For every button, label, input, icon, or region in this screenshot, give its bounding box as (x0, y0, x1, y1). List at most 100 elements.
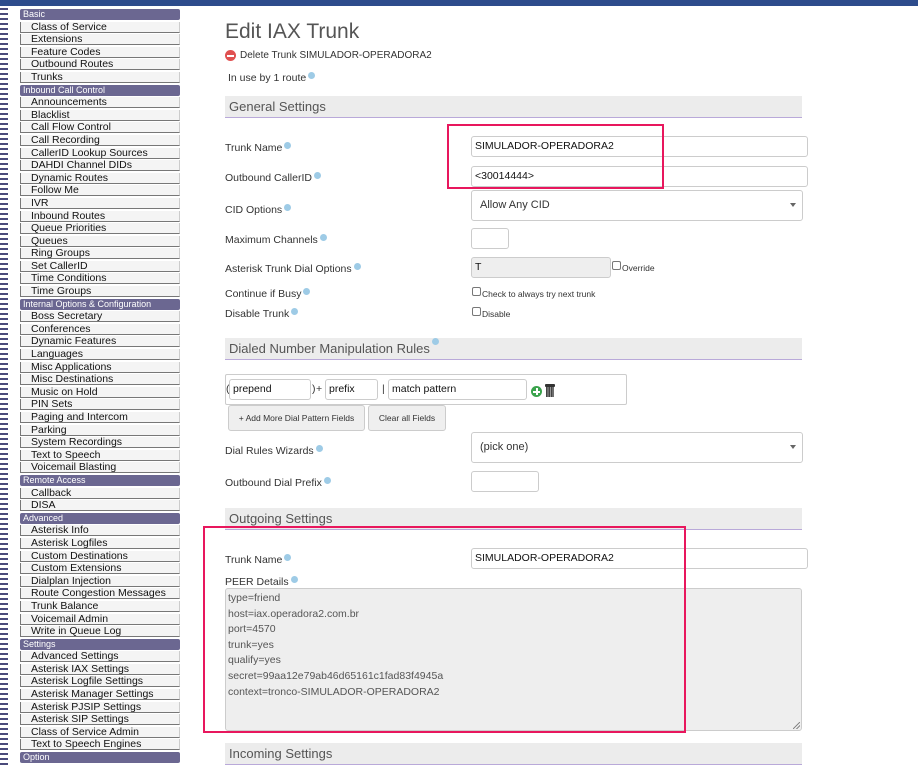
sidebar-item[interactable]: Route Congestion Messages (20, 588, 180, 600)
help-icon[interactable] (284, 204, 292, 211)
sidebar-item[interactable]: Ring Groups (20, 248, 180, 260)
sidebar-item[interactable]: Text to Speech (20, 449, 180, 461)
sidebar-item[interactable]: Conferences (20, 323, 180, 335)
cid-options-select[interactable]: Allow Any CID (471, 190, 803, 221)
prepend-input[interactable]: prepend (229, 379, 311, 400)
sidebar-item[interactable]: IVR (20, 197, 180, 209)
sidebar-item[interactable]: Asterisk Manager Settings (20, 689, 180, 701)
main-content: Edit IAX Trunk Delete Trunk SIMULADOR-OP… (203, 0, 918, 765)
sidebar-item[interactable]: Advanced Settings (20, 651, 180, 663)
sidebar-item[interactable]: Voicemail Blasting (20, 462, 180, 474)
sidebar-item[interactable]: Text to Speech Engines (20, 739, 180, 751)
sidebar-item[interactable]: PIN Sets (20, 399, 180, 411)
menu-section-header: Settings (20, 638, 180, 650)
sidebar-item[interactable]: System Recordings (20, 437, 180, 449)
sidebar-item[interactable]: Paging and Intercom (20, 412, 180, 423)
sidebar-item[interactable]: Trunk Balance (20, 600, 180, 612)
chevron-down-icon (790, 445, 796, 449)
sidebar-item[interactable]: Misc Destinations (20, 374, 180, 386)
help-icon[interactable] (291, 308, 299, 315)
in-use-label: In use by 1 route (228, 72, 307, 84)
help-icon[interactable] (323, 477, 331, 484)
sidebar-item[interactable]: Asterisk Info (20, 525, 180, 537)
override-checkbox[interactable] (612, 261, 621, 270)
sidebar-item[interactable]: Asterisk SIP Settings (20, 714, 180, 726)
sidebar-item[interactable]: Asterisk Logfiles (20, 537, 180, 549)
page-title: Edit IAX Trunk (225, 20, 360, 43)
override-label: Override (622, 263, 655, 273)
delete-icon (225, 50, 236, 61)
sidebar-item[interactable]: Custom Extensions (20, 563, 180, 575)
sidebar-item[interactable]: Voicemail Admin (20, 613, 180, 625)
dial-rules-wizards-select[interactable]: (pick one) (471, 432, 803, 463)
sidebar-item[interactable]: Call Recording (20, 134, 180, 146)
clear-all-fields-button[interactable]: Clear all Fields (368, 405, 446, 431)
sidebar-item[interactable]: Time Groups (20, 286, 180, 298)
delete-trunk-link[interactable]: Delete Trunk SIMULADOR-OPERADORA2 (225, 50, 432, 61)
sidebar-item[interactable]: Languages (20, 349, 180, 361)
sidebar-item[interactable]: Asterisk Logfile Settings (20, 676, 180, 688)
max-channels-input[interactable] (471, 228, 509, 249)
plus-sign: + (316, 383, 323, 395)
sidebar-item[interactable]: Set CallerID (20, 260, 180, 272)
sidebar-item[interactable]: Class of Service (20, 21, 180, 33)
sidebar-item[interactable]: Call Flow Control (20, 122, 180, 134)
max-channels-label-text: Maximum Channels (225, 234, 318, 246)
sidebar-item[interactable]: Write in Queue Log (20, 626, 180, 638)
sidebar-item[interactable]: Announcements (20, 97, 180, 109)
sidebar-item[interactable]: DAHDI Channel DIDs (20, 160, 180, 172)
sidebar-item[interactable]: DISA (20, 500, 180, 512)
sidebar-item[interactable]: Queue Priorities (20, 223, 180, 235)
help-icon[interactable] (353, 263, 361, 270)
sidebar-item[interactable]: Boss Secretary (20, 311, 180, 323)
sidebar-item[interactable]: Inbound Routes (20, 210, 180, 222)
sidebar-item[interactable]: Extensions (20, 34, 180, 46)
dial-rules-wizards-label: Dial Rules Wizards (225, 445, 323, 457)
sidebar-item[interactable]: Dynamic Routes (20, 172, 180, 184)
continue-busy-checkbox[interactable] (472, 287, 481, 296)
help-icon[interactable] (431, 338, 439, 345)
help-icon[interactable] (284, 142, 292, 149)
disable-trunk-checkbox[interactable] (472, 307, 481, 316)
section-dialed-number-rules: Dialed Number Manipulation Rules (225, 338, 802, 360)
sidebar-item[interactable]: Music on Hold (20, 386, 180, 398)
sidebar-item[interactable]: Custom Destinations (20, 550, 180, 562)
help-icon[interactable] (313, 172, 321, 179)
match-pattern-input[interactable]: match pattern (388, 379, 527, 400)
sidebar-item[interactable]: Queues (20, 235, 180, 247)
sidebar-item[interactable]: Feature Codes (20, 46, 180, 58)
menu-section-header: Advanced (20, 512, 180, 524)
resize-grip-icon[interactable] (793, 722, 800, 729)
help-icon[interactable] (308, 72, 316, 79)
highlight-box-outgoing (203, 526, 686, 733)
menu-section-header: Inbound Call Control (20, 84, 180, 96)
menu-section-header: Remote Access (20, 474, 180, 486)
sidebar-item[interactable]: Parking (20, 424, 180, 436)
dialed-section-title: Dialed Number Manipulation Rules (229, 341, 430, 356)
add-row-icon[interactable] (531, 386, 542, 397)
sidebar-item[interactable]: CallerID Lookup Sources (20, 147, 180, 159)
sidebar-item[interactable]: Asterisk IAX Settings (20, 663, 180, 675)
help-icon[interactable] (303, 288, 311, 295)
sidebar-item[interactable]: Asterisk PJSIP Settings (20, 701, 180, 713)
continue-busy-label: Continue if Busy (225, 288, 311, 300)
help-icon[interactable] (319, 234, 327, 241)
sidebar-item[interactable]: Dynamic Features (20, 336, 180, 348)
dial-rules-wizards-value: (pick one) (480, 441, 529, 453)
dial-options-input[interactable]: T (471, 257, 611, 278)
outbound-callerid-label: Outbound CallerID (225, 172, 321, 184)
sidebar-item[interactable]: Outbound Routes (20, 59, 180, 71)
sidebar-item[interactable]: Dialplan Injection (20, 575, 180, 587)
trash-icon[interactable] (545, 384, 555, 397)
sidebar-item[interactable]: Blacklist (20, 109, 180, 121)
outbound-dial-prefix-input[interactable] (471, 471, 539, 492)
prefix-input[interactable]: prefix (325, 379, 378, 400)
sidebar-item[interactable]: Misc Applications (20, 361, 180, 373)
sidebar-item[interactable]: Follow Me (20, 185, 180, 197)
help-icon[interactable] (315, 445, 323, 452)
sidebar-item[interactable]: Trunks (20, 71, 180, 83)
sidebar-item[interactable]: Class of Service Admin (20, 726, 180, 738)
sidebar-item[interactable]: Time Conditions (20, 273, 180, 285)
add-more-dial-patterns-button[interactable]: + Add More Dial Pattern Fields (228, 405, 365, 431)
sidebar-item[interactable]: Callback (20, 487, 180, 499)
